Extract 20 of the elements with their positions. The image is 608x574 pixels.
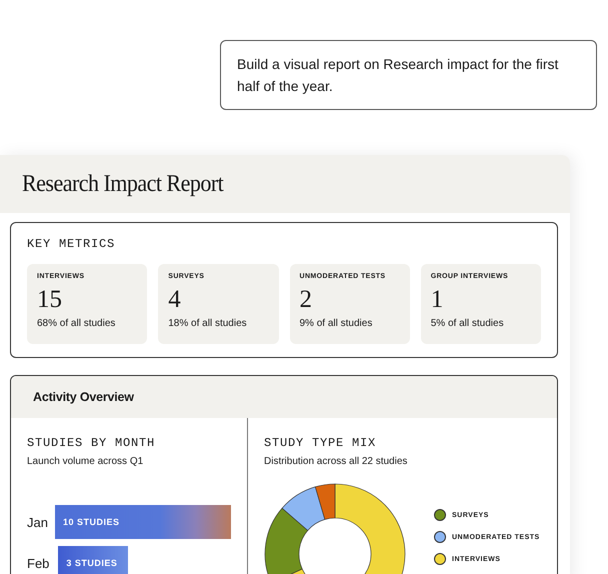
month-label: Jan [27,514,49,530]
bar: 3 STUDIES [58,546,128,574]
panel-title: Activity Overview [33,390,134,404]
prompt-message: Build a visual report on Research impact for the first half of the year. [220,40,597,110]
metric-value: 2 [300,286,313,314]
metric-share: 18% of all studies [168,318,248,329]
chart-heading: STUDIES BY MONTH [27,436,156,450]
section-heading: KEY METRICS [27,237,116,251]
metric-share: 9% of all studies [300,318,374,329]
chart-subtitle: Distribution across all 22 studies [264,456,408,467]
report-title: Research Impact Report [22,170,224,198]
chart-subtitle: Launch volume across Q1 [27,456,144,467]
metric-value: 1 [430,286,444,314]
chart-heading: STUDY TYPE MIX [264,436,378,450]
bar: 10 STUDIES [55,505,231,539]
month-label: Feb [27,556,50,570]
metric-share: 5% of all studies [430,318,505,329]
metric-value: 15 [37,286,63,314]
metric-share: 68% of all studies [37,318,116,329]
metric-value: 4 [168,286,182,314]
